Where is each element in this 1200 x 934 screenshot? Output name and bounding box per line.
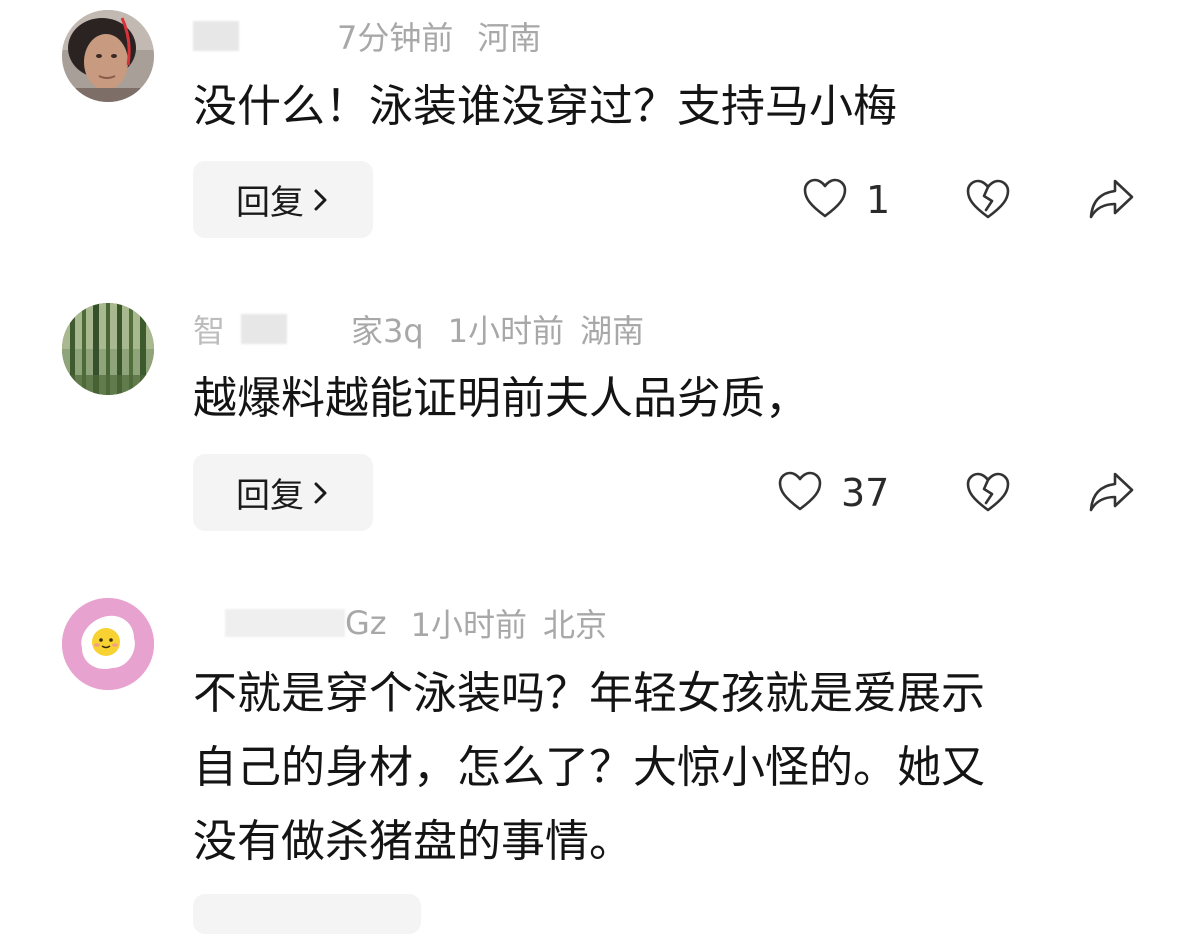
username-suffix[interactable]: Gz [345,604,387,642]
dislike-button[interactable] [965,177,1011,223]
comment-location: 湖南 [580,312,645,350]
broken-heart-icon [965,472,1011,518]
comment-text-line: 不就是穿个泳装吗？年轻女孩就是爱展示 [193,668,985,719]
username-redacted[interactable] [241,314,288,344]
comment-time: 7分钟前 [337,19,454,57]
heart-outline-icon [802,177,848,223]
reply-button[interactable]: 回复 [193,454,373,531]
broken-heart-icon [965,179,1011,225]
comment-meta: 智 家3q 1小时前 湖南 [193,306,645,352]
comment-text-line: 没什么！泳装谁没穿过？支持马小梅 [193,81,897,132]
avatar[interactable] [62,10,154,102]
comment-actions: 1 [760,161,1160,238]
username-redacted[interactable] [193,21,239,51]
username-prefix[interactable]: 智 [193,306,225,352]
chevron-right-icon [312,481,330,505]
comment-meta: Gz 1小时前 北京 [193,603,607,644]
heart-outline-icon [777,470,823,516]
comment-meta: 7分钟前 河南 [193,16,542,57]
comment-text: 没什么！泳装谁没穿过？支持马小梅 [193,70,1153,144]
share-arrow-icon [1087,179,1135,225]
share-arrow-icon [1087,472,1135,518]
username-redacted[interactable] [225,609,345,637]
comment-text-line: 自己的身材，怎么了？大惊小怪的。她又 [193,742,985,793]
avatar[interactable] [62,598,154,690]
like-button[interactable]: 1 [802,161,890,238]
reply-button-partial[interactable] [193,894,421,934]
comment-text: 不就是穿个泳装吗？年轻女孩就是爱展示 自己的身材，怎么了？大惊小怪的。她又 没有… [193,657,1153,879]
share-button[interactable] [1087,177,1135,225]
like-button[interactable]: 37 [777,454,889,531]
reply-label: 回复 [236,183,304,223]
comment-location: 北京 [542,606,607,644]
avatar[interactable] [62,303,154,395]
comment-location: 河南 [477,19,542,57]
comment-actions: 37 [760,454,1160,531]
like-count: 37 [841,470,890,515]
chevron-right-icon [312,188,330,212]
reply-button[interactable]: 回复 [193,161,373,238]
comment-text-line: 没有做杀猪盘的事情。 [193,816,633,867]
username-suffix[interactable]: 家3q [351,306,424,352]
comment-text-line: 越爆料越能证明前夫人品劣质， [193,373,809,424]
like-count: 1 [866,177,891,222]
reply-label: 回复 [236,476,304,516]
comment-time: 1小时前 [410,606,527,644]
share-button[interactable] [1087,470,1135,518]
dislike-button[interactable] [965,470,1011,516]
comment-text: 越爆料越能证明前夫人品劣质， [193,362,1153,436]
comment-time: 1小时前 [447,312,565,350]
